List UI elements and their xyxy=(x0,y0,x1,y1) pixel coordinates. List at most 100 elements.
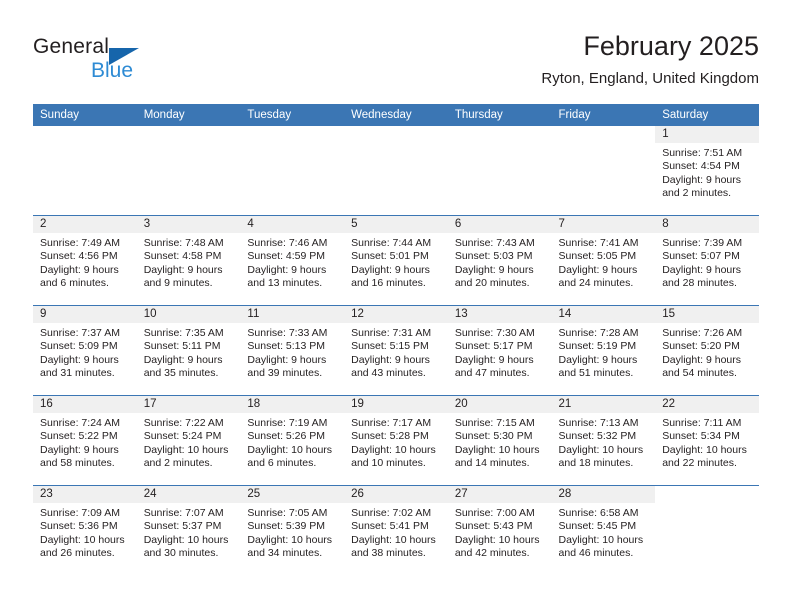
sunset-text: Sunset: 4:59 PM xyxy=(247,250,326,263)
calendar-day-cell-empty xyxy=(551,126,656,216)
page-title: February 2025 xyxy=(583,31,759,61)
daylight-text: Daylight: 9 hours and 39 minutes. xyxy=(247,353,327,380)
day-number: 2 xyxy=(33,216,137,233)
calendar-day-cell[interactable]: 18 Sunrise: 7:19 AM Sunset: 5:26 PM Dayligh… xyxy=(240,395,345,486)
sunset-text: Sunset: 5:17 PM xyxy=(454,340,533,353)
calendar-day-cell[interactable]: 14 Sunrise: 7:28 AM Sunset: 5:19 PM Dayligh… xyxy=(551,305,656,396)
daylight-text: Daylight: 9 hours and 13 minutes. xyxy=(247,263,327,290)
brand-name-general: General xyxy=(33,35,110,58)
day-details: Sunrise: 7:46 AM Sunset: 4:59 PM Daylight:… xyxy=(240,233,344,291)
day-number: 18 xyxy=(240,396,345,413)
calendar-day-cell[interactable]: 11 Sunrise: 7:33 AM Sunset: 5:13 PM Dayligh… xyxy=(240,305,345,396)
calendar-week-row: 16 Sunrise: 7:24 AM Sunset: 5:22 PM Dayligh… xyxy=(33,395,759,486)
calendar-day-cell[interactable]: 7 Sunrise: 7:41 AM Sunset: 5:05 PM Daylight… xyxy=(551,215,656,306)
sunset-text: Sunset: 5:34 PM xyxy=(662,430,740,443)
sunset-text: Sunset: 5:32 PM xyxy=(558,430,637,443)
calendar-day-cell[interactable]: 26 Sunrise: 7:02 AM Sunset: 5:41 PM Dayligh… xyxy=(344,485,448,575)
calendar-day-cell[interactable]: 13 Sunrise: 7:30 AM Sunset: 5:17 PM Dayligh… xyxy=(447,305,552,396)
calendar-day-cell[interactable]: 10 Sunrise: 7:35 AM Sunset: 5:11 PM Dayligh… xyxy=(136,305,241,396)
calendar-week-row: 23 Sunrise: 7:09 AM Sunset: 5:36 PM Dayligh… xyxy=(33,485,759,575)
day-details: Sunrise: 7:37 AM Sunset: 5:09 PM Daylight:… xyxy=(33,323,137,381)
day-number: 12 xyxy=(344,306,448,323)
sunset-text: Sunset: 5:13 PM xyxy=(247,340,326,353)
day-details: Sunrise: 7:15 AM Sunset: 5:30 PM Daylight:… xyxy=(448,413,552,471)
daylight-text: Daylight: 9 hours and 47 minutes. xyxy=(454,353,534,380)
calendar-day-cell[interactable]: 17 Sunrise: 7:22 AM Sunset: 5:24 PM Dayligh… xyxy=(136,395,241,486)
sunset-text: Sunset: 5:11 PM xyxy=(143,340,221,353)
sunrise-text: Sunrise: 7:43 AM xyxy=(454,237,535,249)
calendar-day-cell[interactable]: 19 Sunrise: 7:17 AM Sunset: 5:28 PM Dayligh… xyxy=(344,395,448,486)
calendar-day-cell[interactable]: 2 Sunrise: 7:49 AM Sunset: 4:56 PM Daylight… xyxy=(33,215,137,306)
calendar-day-cell[interactable]: 1 Sunrise: 7:51 AM Sunset: 4:54 PM Daylight… xyxy=(655,126,759,216)
day-number: 7 xyxy=(551,216,656,233)
sunrise-text: Sunrise: 7:51 AM xyxy=(662,147,743,159)
sunset-text: Sunset: 5:39 PM xyxy=(247,520,326,533)
calendar-day-cell[interactable]: 16 Sunrise: 7:24 AM Sunset: 5:22 PM Dayligh… xyxy=(33,395,137,486)
calendar-day-cell[interactable]: 3 Sunrise: 7:48 AM Sunset: 4:58 PM Daylight… xyxy=(136,215,241,306)
day-details: Sunrise: 7:35 AM Sunset: 5:11 PM Daylight:… xyxy=(137,323,241,381)
calendar-day-cell[interactable]: 28 Sunrise: 6:58 AM Sunset: 5:45 PM Dayligh… xyxy=(551,485,656,575)
calendar-week-row: 9 Sunrise: 7:37 AM Sunset: 5:09 PM Daylight… xyxy=(33,305,759,396)
day-details: Sunrise: 7:26 AM Sunset: 5:20 PM Daylight:… xyxy=(655,323,759,381)
sunset-text: Sunset: 4:58 PM xyxy=(143,250,222,263)
calendar-day-cell-empty xyxy=(447,126,552,216)
sunrise-text: Sunrise: 7:26 AM xyxy=(662,327,743,339)
day-details: Sunrise: 7:09 AM Sunset: 5:36 PM Daylight:… xyxy=(33,503,137,561)
calendar-day-cell[interactable]: 9 Sunrise: 7:37 AM Sunset: 5:09 PM Daylight… xyxy=(33,305,137,396)
day-details: Sunrise: 7:44 AM Sunset: 5:01 PM Daylight:… xyxy=(344,233,448,291)
day-number xyxy=(240,126,344,143)
day-number xyxy=(448,126,552,143)
calendar-day-cell[interactable]: 5 Sunrise: 7:44 AM Sunset: 5:01 PM Daylight… xyxy=(344,215,448,306)
day-number: 16 xyxy=(33,396,137,413)
day-number: 5 xyxy=(344,216,448,233)
page-header: General Blue February 2025 Ryton, Englan… xyxy=(33,30,759,98)
sunset-text: Sunset: 5:24 PM xyxy=(143,430,222,443)
day-details: Sunrise: 7:05 AM Sunset: 5:39 PM Daylight:… xyxy=(240,503,344,561)
daylight-text: Daylight: 10 hours and 18 minutes. xyxy=(558,443,644,470)
daylight-text: Daylight: 9 hours and 6 minutes. xyxy=(40,263,119,290)
day-details: Sunrise: 7:00 AM Sunset: 5:43 PM Daylight:… xyxy=(448,503,552,561)
calendar-day-cell[interactable]: 4 Sunrise: 7:46 AM Sunset: 4:59 PM Daylight… xyxy=(240,215,345,306)
sunrise-text: Sunrise: 7:48 AM xyxy=(143,237,224,249)
sunset-text: Sunset: 4:56 PM xyxy=(40,250,118,263)
calendar-day-cell[interactable]: 23 Sunrise: 7:09 AM Sunset: 5:36 PM Dayligh… xyxy=(33,485,137,575)
day-number: 14 xyxy=(551,306,656,323)
day-number: 21 xyxy=(551,396,656,413)
calendar-day-cell[interactable]: 12 Sunrise: 7:31 AM Sunset: 5:15 PM Dayligh… xyxy=(344,305,448,396)
daylight-text: Daylight: 10 hours and 14 minutes. xyxy=(454,443,540,470)
calendar-day-cell[interactable]: 15 Sunrise: 7:26 AM Sunset: 5:20 PM Dayligh… xyxy=(655,305,759,396)
weekday-header-tuesday: Tuesday xyxy=(240,104,345,126)
calendar-day-cell[interactable]: 24 Sunrise: 7:07 AM Sunset: 5:37 PM Dayligh… xyxy=(136,485,241,575)
daylight-text: Daylight: 9 hours and 31 minutes. xyxy=(40,353,119,380)
sunrise-text: Sunrise: 7:30 AM xyxy=(454,327,535,339)
sunrise-text: Sunrise: 7:07 AM xyxy=(143,507,224,519)
weekday-header-sunday: Sunday xyxy=(33,104,137,126)
day-details: Sunrise: 7:11 AM Sunset: 5:34 PM Daylight:… xyxy=(655,413,759,471)
calendar-day-cell[interactable]: 8 Sunrise: 7:39 AM Sunset: 5:07 PM Daylight… xyxy=(655,215,759,306)
sunset-text: Sunset: 5:22 PM xyxy=(40,430,118,443)
sunrise-text: Sunrise: 7:46 AM xyxy=(247,237,328,249)
daylight-text: Daylight: 10 hours and 30 minutes. xyxy=(143,533,229,560)
day-details: Sunrise: 7:48 AM Sunset: 4:58 PM Daylight:… xyxy=(137,233,241,291)
brand-logo[interactable]: General Blue xyxy=(33,36,253,92)
calendar-day-cell[interactable]: 21 Sunrise: 7:13 AM Sunset: 5:32 PM Dayligh… xyxy=(551,395,656,486)
weekday-header-monday: Monday xyxy=(136,104,241,126)
calendar-week-row: 1 Sunrise: 7:51 AM Sunset: 4:54 PM Daylight… xyxy=(33,126,759,216)
calendar-day-cell[interactable]: 25 Sunrise: 7:05 AM Sunset: 5:39 PM Dayligh… xyxy=(240,485,345,575)
sunset-text: Sunset: 5:28 PM xyxy=(351,430,429,443)
calendar-day-cell[interactable]: 22 Sunrise: 7:11 AM Sunset: 5:34 PM Dayligh… xyxy=(655,395,759,486)
calendar-day-cell[interactable]: 20 Sunrise: 7:15 AM Sunset: 5:30 PM Dayligh… xyxy=(447,395,552,486)
weekday-header-wednesday: Wednesday xyxy=(344,104,448,126)
calendar-day-cell-empty xyxy=(33,126,137,216)
calendar-day-cell[interactable]: 27 Sunrise: 7:00 AM Sunset: 5:43 PM Dayligh… xyxy=(447,485,552,575)
day-details: Sunrise: 7:02 AM Sunset: 5:41 PM Daylight:… xyxy=(344,503,448,561)
calendar-day-cell-empty xyxy=(240,126,345,216)
sunset-text: Sunset: 5:20 PM xyxy=(662,340,740,353)
sunrise-text: Sunrise: 7:22 AM xyxy=(143,417,224,429)
calendar-day-cell[interactable]: 6 Sunrise: 7:43 AM Sunset: 5:03 PM Daylight… xyxy=(447,215,552,306)
daylight-text: Daylight: 10 hours and 6 minutes. xyxy=(247,443,333,470)
sunrise-text: Sunrise: 6:58 AM xyxy=(558,507,639,519)
daylight-text: Daylight: 9 hours and 2 minutes. xyxy=(662,173,742,200)
daylight-text: Daylight: 9 hours and 54 minutes. xyxy=(662,353,742,380)
sunrise-text: Sunrise: 7:15 AM xyxy=(454,417,535,429)
